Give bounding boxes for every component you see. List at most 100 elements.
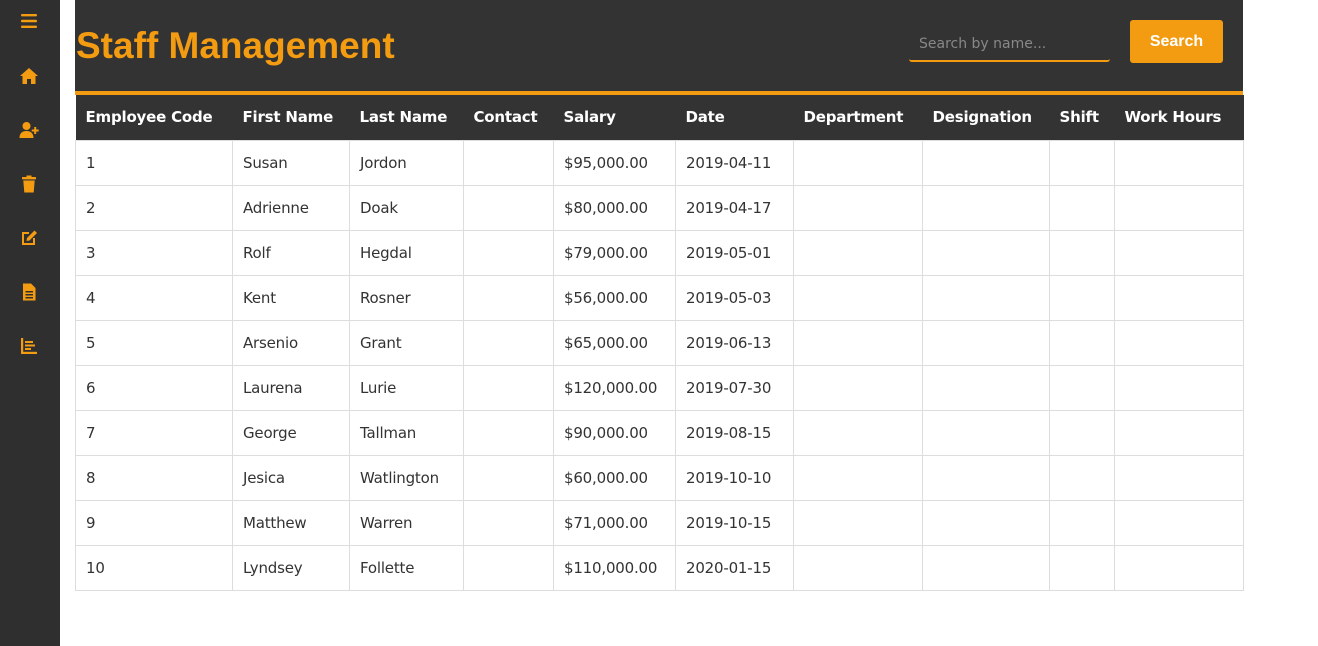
cell-date: 2019-06-13 (675, 319, 794, 366)
cell-last-name: Warren (349, 499, 464, 546)
cell-last-name: Tallman (349, 409, 464, 456)
cell-salary: $60,000.00 (553, 454, 676, 501)
cell-shift (1049, 409, 1115, 456)
cell-last-name: Jordon (349, 139, 464, 186)
cell-work-hours (1114, 544, 1244, 591)
add-user-icon[interactable] (17, 118, 41, 142)
header: Staff Management Search (75, 0, 1243, 91)
cell-last-name: Doak (349, 184, 464, 231)
cell-shift (1049, 364, 1115, 411)
cell-date: 2019-04-17 (675, 184, 794, 231)
table-row[interactable]: 2 Adrienne Doak $80,000.00 2019-04-17 (75, 184, 1244, 231)
cell-first-name: Kent (232, 274, 350, 321)
cell-work-hours (1114, 229, 1244, 276)
cell-designation (922, 274, 1050, 321)
cell-designation (922, 499, 1050, 546)
staff-table-body: 1 Susan Jordon $95,000.00 2019-04-11 2 Adrienn… (75, 139, 1244, 591)
cell-department (793, 319, 923, 366)
cell-employee-code: 2 (75, 184, 233, 231)
column-header-designation[interactable]: Designation (922, 95, 1050, 140)
cell-first-name: Jesica (232, 454, 350, 501)
cell-date: 2019-07-30 (675, 364, 794, 411)
cell-contact (463, 544, 554, 591)
sidebar (0, 0, 60, 646)
cell-date: 2019-08-15 (675, 409, 794, 456)
table-row[interactable]: 5 Arsenio Grant $65,000.00 2019-06-13 (75, 319, 1244, 366)
cell-department (793, 499, 923, 546)
cell-designation (922, 364, 1050, 411)
cell-shift (1049, 184, 1115, 231)
cell-department (793, 229, 923, 276)
table-row[interactable]: 8 Jesica Watlington $60,000.00 2019-10-10 (75, 454, 1244, 501)
edit-icon[interactable] (17, 226, 41, 250)
home-icon[interactable] (17, 64, 41, 88)
cell-contact (463, 409, 554, 456)
cell-date: 2019-05-01 (675, 229, 794, 276)
cell-shift (1049, 319, 1115, 366)
cell-work-hours (1114, 319, 1244, 366)
cell-designation (922, 454, 1050, 501)
column-header-shift[interactable]: Shift (1049, 95, 1115, 140)
cell-work-hours (1114, 364, 1244, 411)
column-header-work-hours[interactable]: Work Hours (1114, 95, 1244, 140)
search-button[interactable]: Search (1130, 20, 1223, 63)
cell-date: 2019-04-11 (675, 139, 794, 186)
cell-department (793, 139, 923, 186)
table-row[interactable]: 4 Kent Rosner $56,000.00 2019-05-03 (75, 274, 1244, 321)
cell-last-name: Watlington (349, 454, 464, 501)
chart-icon[interactable] (17, 334, 41, 358)
cell-last-name: Lurie (349, 364, 464, 411)
cell-employee-code: 4 (75, 274, 233, 321)
column-header-date[interactable]: Date (675, 95, 794, 140)
cell-department (793, 184, 923, 231)
menu-icon[interactable] (17, 9, 41, 33)
column-header-salary[interactable]: Salary (553, 95, 676, 140)
document-icon[interactable] (17, 280, 41, 304)
table-row[interactable]: 6 Laurena Lurie $120,000.00 2019-07-30 (75, 364, 1244, 411)
cell-first-name: Lyndsey (232, 544, 350, 591)
cell-shift (1049, 139, 1115, 186)
cell-date: 2019-10-15 (675, 499, 794, 546)
table-row[interactable]: 9 Matthew Warren $71,000.00 2019-10-15 (75, 499, 1244, 546)
cell-date: 2019-10-10 (675, 454, 794, 501)
cell-designation (922, 544, 1050, 591)
search-input[interactable] (909, 27, 1110, 62)
column-header-department[interactable]: Department (793, 95, 923, 140)
cell-employee-code: 8 (75, 454, 233, 501)
table-row[interactable]: 3 Rolf Hegdal $79,000.00 2019-05-01 (75, 229, 1244, 276)
column-header-contact[interactable]: Contact (463, 95, 554, 140)
cell-first-name: Susan (232, 139, 350, 186)
staff-table: Employee Code First Name Last Name Conta… (75, 95, 1244, 591)
column-header-employee-code[interactable]: Employee Code (75, 95, 233, 140)
page-title: Staff Management (76, 25, 395, 66)
cell-designation (922, 229, 1050, 276)
cell-work-hours (1114, 274, 1244, 321)
cell-salary: $95,000.00 (553, 139, 676, 186)
cell-department (793, 454, 923, 501)
trash-icon[interactable] (17, 172, 41, 196)
cell-employee-code: 9 (75, 499, 233, 546)
cell-salary: $79,000.00 (553, 229, 676, 276)
cell-shift (1049, 499, 1115, 546)
cell-designation (922, 184, 1050, 231)
cell-work-hours (1114, 454, 1244, 501)
cell-work-hours (1114, 499, 1244, 546)
column-header-last-name[interactable]: Last Name (349, 95, 464, 140)
cell-first-name: Laurena (232, 364, 350, 411)
cell-first-name: Adrienne (232, 184, 350, 231)
column-header-first-name[interactable]: First Name (232, 95, 350, 140)
cell-designation (922, 409, 1050, 456)
cell-contact (463, 229, 554, 276)
cell-shift (1049, 274, 1115, 321)
table-row[interactable]: 10 Lyndsey Follette $110,000.00 2020-01-15 (75, 544, 1244, 591)
cell-designation (922, 139, 1050, 186)
table-row[interactable]: 1 Susan Jordon $95,000.00 2019-04-11 (75, 139, 1244, 186)
cell-employee-code: 1 (75, 139, 233, 186)
cell-contact (463, 274, 554, 321)
cell-work-hours (1114, 139, 1244, 186)
cell-designation (922, 319, 1050, 366)
cell-work-hours (1114, 184, 1244, 231)
cell-first-name: Matthew (232, 499, 350, 546)
table-row[interactable]: 7 George Tallman $90,000.00 2019-08-15 (75, 409, 1244, 456)
cell-department (793, 409, 923, 456)
